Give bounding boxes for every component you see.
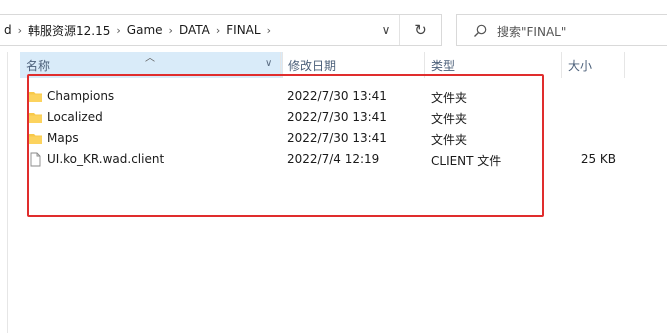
- chevron-right-icon[interactable]: ›: [16, 24, 24, 37]
- file-date: 2022/7/4 12:19: [287, 152, 380, 166]
- file-name[interactable]: Localized: [47, 110, 103, 124]
- search-box[interactable]: 搜索"FINAL": [456, 14, 667, 46]
- column-header-label: 修改日期: [288, 58, 337, 73]
- column-header-type[interactable]: 类型: [424, 52, 561, 78]
- chevron-right-icon[interactable]: ›: [265, 24, 273, 37]
- file-date: 2022/7/30 13:41: [287, 110, 387, 124]
- column-header-label: 名称: [26, 58, 51, 73]
- list-item[interactable]: Maps 2022/7/30 13:41 文件夹: [26, 128, 626, 149]
- breadcrumb-item[interactable]: 韩服资源12.15: [24, 22, 114, 39]
- file-date: 2022/7/30 13:41: [287, 131, 387, 145]
- chevron-down-icon: ∨: [381, 23, 391, 37]
- folder-icon: [29, 113, 42, 123]
- file-type: 文件夹: [431, 133, 468, 147]
- column-header-date[interactable]: 修改日期: [282, 52, 424, 78]
- file-name[interactable]: UI.ko_KR.wad.client: [47, 152, 164, 166]
- chevron-down-icon[interactable]: ∨: [265, 58, 272, 69]
- column-header-size[interactable]: 大小: [561, 52, 625, 78]
- refresh-icon: ↻: [414, 21, 427, 39]
- list-item[interactable]: UI.ko_KR.wad.client 2022/7/4 12:19 CLIEN…: [26, 149, 626, 170]
- sort-ascending-icon: ︿: [145, 53, 155, 64]
- column-header-name[interactable]: ︿ 名称 ∨: [20, 52, 282, 78]
- breadcrumb-item[interactable]: Game: [123, 23, 167, 37]
- column-header-label: 类型: [431, 58, 456, 73]
- column-header-label: 大小: [568, 58, 593, 73]
- list-item[interactable]: Localized 2022/7/30 13:41 文件夹: [26, 107, 626, 128]
- search-placeholder: 搜索"FINAL": [497, 25, 567, 39]
- file-type: CLIENT 文件: [431, 154, 502, 168]
- file-icon: [30, 152, 41, 167]
- file-name[interactable]: Champions: [47, 89, 114, 103]
- breadcrumb-item[interactable]: d: [0, 23, 16, 37]
- address-history-dropdown[interactable]: ∨: [373, 15, 399, 45]
- address-bar[interactable]: d › 韩服资源12.15 › Game › DATA › FINAL › ∨ …: [0, 14, 442, 46]
- refresh-button[interactable]: ↻: [399, 15, 441, 45]
- folder-icon: [29, 134, 42, 144]
- folder-icon: [29, 92, 42, 102]
- file-size: 25 KB: [580, 152, 616, 166]
- breadcrumb-item[interactable]: DATA: [175, 23, 214, 37]
- chevron-right-icon[interactable]: ›: [167, 24, 175, 37]
- file-date: 2022/7/30 13:41: [287, 89, 387, 103]
- breadcrumb: d › 韩服资源12.15 › Game › DATA › FINAL ›: [0, 15, 273, 45]
- file-type: 文件夹: [431, 91, 468, 105]
- search-icon: [474, 24, 487, 37]
- list-item[interactable]: Champions 2022/7/30 13:41 文件夹: [26, 86, 626, 107]
- file-type: 文件夹: [431, 112, 468, 126]
- breadcrumb-item[interactable]: FINAL: [222, 23, 264, 37]
- navigation-pane-divider: [7, 52, 8, 333]
- chevron-right-icon[interactable]: ›: [214, 24, 222, 37]
- file-name[interactable]: Maps: [47, 131, 79, 145]
- chevron-right-icon[interactable]: ›: [114, 24, 122, 37]
